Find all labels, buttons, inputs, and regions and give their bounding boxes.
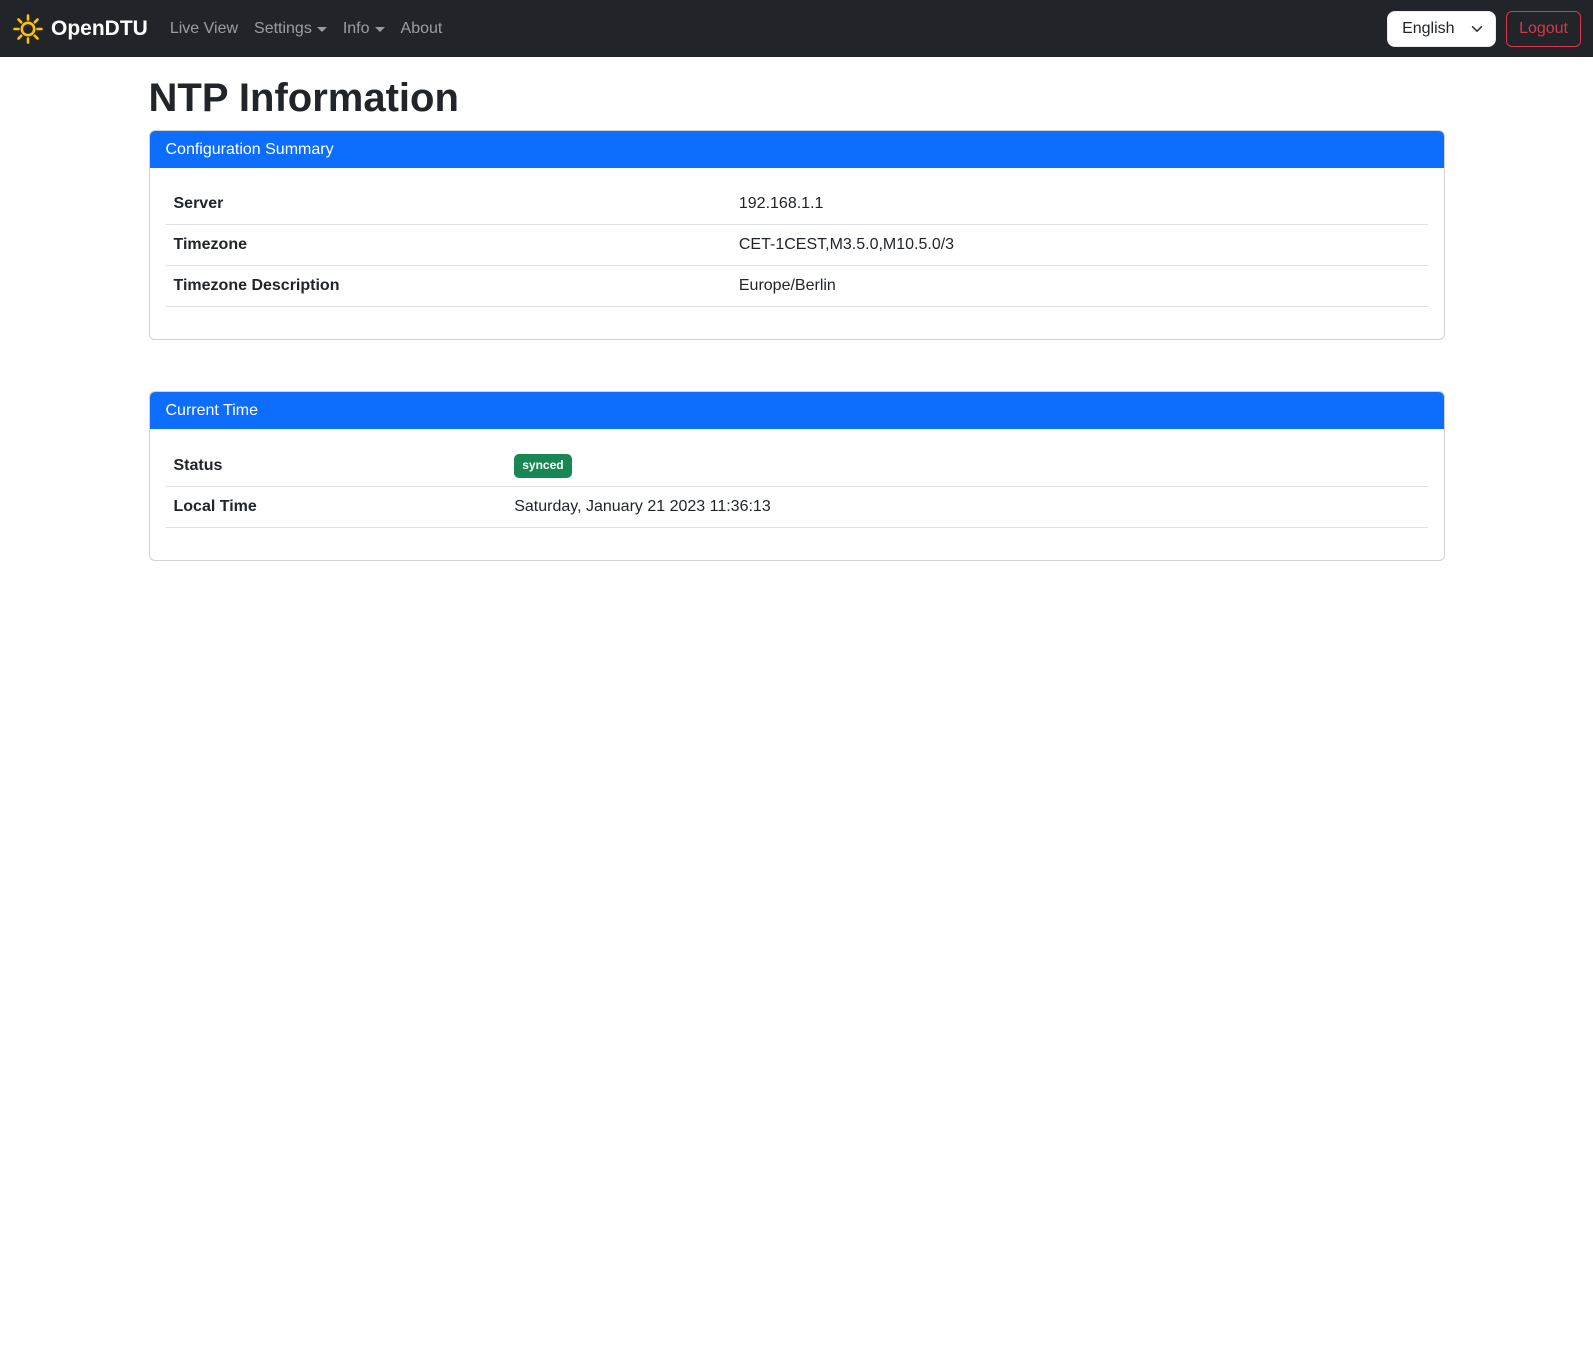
table-row-timezone-description: Timezone Description Europe/Berlin — [166, 266, 1428, 307]
page-title: NTP Information — [149, 74, 1445, 122]
config-summary-card-body: Server 192.168.1.1 Timezone CET-1CEST,M3… — [150, 168, 1444, 339]
navbar-right: English Logout — [1387, 11, 1581, 47]
config-summary-table: Server 192.168.1.1 Timezone CET-1CEST,M3… — [166, 184, 1428, 307]
server-label: Server — [166, 184, 731, 225]
sun-icon — [12, 13, 44, 45]
timezone-description-label: Timezone Description — [166, 266, 731, 307]
main-content: NTP Information Configuration Summary Se… — [149, 74, 1445, 561]
chevron-down-icon — [317, 27, 327, 32]
language-select[interactable]: English — [1387, 11, 1496, 47]
nav-item-live-view[interactable]: Live View — [162, 12, 246, 46]
current-time-table: Status synced Local Time Saturday, Janua… — [166, 445, 1428, 528]
nav-item-live-view-label: Live View — [170, 20, 238, 38]
nav-item-settings-label: Settings — [254, 20, 312, 38]
nav-item-settings[interactable]: Settings — [246, 12, 335, 46]
current-time-card-body: Status synced Local Time Saturday, Janua… — [150, 429, 1444, 560]
timezone-description-value: Europe/Berlin — [731, 266, 1428, 307]
nav-menu: Live View Settings Info About — [162, 12, 451, 46]
status-badge: synced — [514, 454, 571, 478]
current-time-card-header: Current Time — [150, 392, 1444, 429]
navbar: OpenDTU Live View Settings Info About En… — [0, 0, 1593, 57]
nav-item-about-label: About — [401, 20, 443, 38]
language-select-wrap: English — [1387, 11, 1496, 47]
table-row-server: Server 192.168.1.1 — [166, 184, 1428, 225]
nav-item-about[interactable]: About — [393, 12, 451, 46]
brand-label: OpenDTU — [51, 17, 148, 41]
timezone-value: CET-1CEST,M3.5.0,M10.5.0/3 — [731, 225, 1428, 266]
brand-link[interactable]: OpenDTU — [12, 13, 148, 45]
status-value-cell: synced — [506, 445, 1427, 486]
server-value: 192.168.1.1 — [731, 184, 1428, 225]
logout-button[interactable]: Logout — [1506, 11, 1581, 47]
nav-item-info[interactable]: Info — [335, 12, 393, 46]
nav-item-info-label: Info — [343, 20, 370, 38]
local-time-label: Local Time — [166, 486, 507, 527]
config-summary-card-header: Configuration Summary — [150, 131, 1444, 168]
status-label: Status — [166, 445, 507, 486]
table-row-status: Status synced — [166, 445, 1428, 486]
chevron-down-icon — [375, 27, 385, 32]
timezone-label: Timezone — [166, 225, 731, 266]
config-summary-card: Configuration Summary Server 192.168.1.1… — [149, 130, 1445, 340]
table-row-timezone: Timezone CET-1CEST,M3.5.0,M10.5.0/3 — [166, 225, 1428, 266]
current-time-card: Current Time Status synced Local Time Sa… — [149, 391, 1445, 561]
table-row-local-time: Local Time Saturday, January 21 2023 11:… — [166, 486, 1428, 527]
local-time-value: Saturday, January 21 2023 11:36:13 — [506, 486, 1427, 527]
